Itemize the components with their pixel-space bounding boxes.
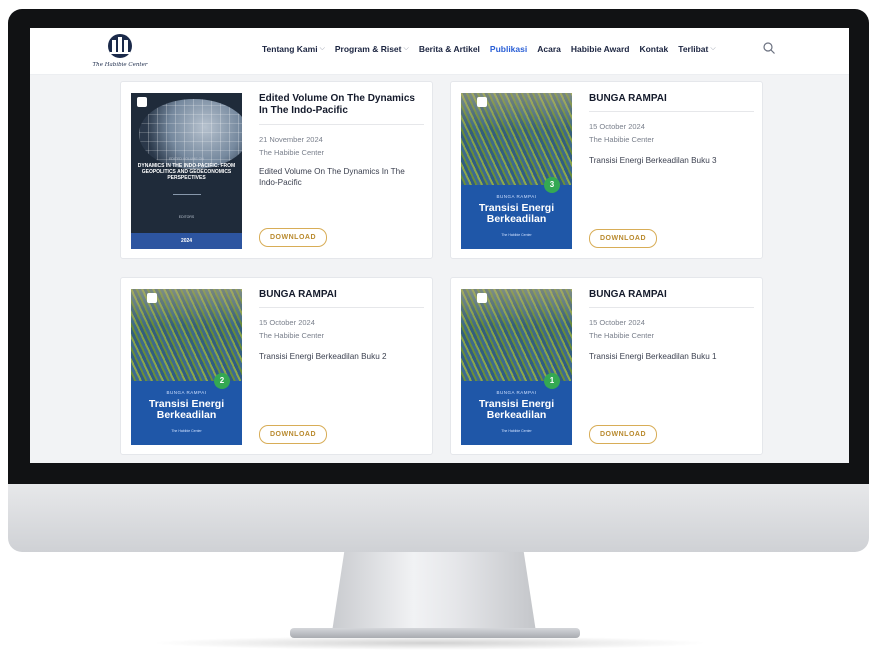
cover-title: Transisi Energi Berkeadilan <box>478 202 555 225</box>
card-title[interactable]: BUNGA RAMPAI <box>589 93 754 105</box>
card-author: The Habibie Center <box>589 331 655 340</box>
card-title[interactable]: BUNGA RAMPAI <box>259 289 424 301</box>
card-description: Transisi Energi Berkeadilan Buku 1 <box>589 352 717 361</box>
chevron-down-icon: ⌵ <box>403 45 409 52</box>
publication-card: 3 BUNGA RAMPAI Transisi Energi Berkeadil… <box>450 81 763 259</box>
book-cover[interactable]: 2 BUNGA RAMPAI Transisi Energi Berkeadil… <box>131 289 242 445</box>
nav-habibie-award[interactable]: Habibie Award <box>571 44 630 54</box>
book-cover[interactable]: 1 BUNGA RAMPAI Transisi Energi Berkeadil… <box>461 289 572 445</box>
book-cover[interactable]: EDITED VOLUME ON DYNAMICS IN THE INDO-PA… <box>131 93 242 249</box>
card-date: 21 November 2024 <box>259 135 323 144</box>
publication-card: 2 BUNGA RAMPAI Transisi Energi Berkeadil… <box>120 277 433 455</box>
main-nav: Tentang Kami ⌵ Program & Riset ⌵ Berita & … <box>262 44 716 54</box>
cover-title: DYNAMICS IN THE INDO-PACIFIC: FROM GEOPO… <box>137 163 236 181</box>
nav-terlibat[interactable]: Terlibat ⌵ <box>678 44 715 54</box>
download-button[interactable]: DOWNLOAD <box>589 229 657 248</box>
monitor-chin <box>8 484 869 552</box>
cover-logo-icon <box>147 293 157 303</box>
card-description: Transisi Energi Berkeadilan Buku 3 <box>589 156 717 165</box>
monitor-stand <box>332 552 536 632</box>
monitor-base <box>290 628 580 638</box>
card-description: Edited Volume On The Dynamics In The Ind… <box>259 167 405 187</box>
logo-text: The Habibie Center <box>92 62 148 68</box>
nav-berita-artikel[interactable]: Berita & Artikel <box>419 44 480 54</box>
volume-badge: 2 <box>214 373 230 389</box>
site-header: The Habibie Center Tentang Kami ⌵ Program… <box>30 28 849 75</box>
volume-badge: 3 <box>544 177 560 193</box>
cover-title: Transisi Energi Berkeadilan <box>478 398 555 421</box>
download-button[interactable]: DOWNLOAD <box>589 425 657 444</box>
card-author: The Habibie Center <box>259 148 325 157</box>
download-button[interactable]: DOWNLOAD <box>259 425 327 444</box>
monitor-shadow <box>150 636 710 650</box>
site-logo[interactable]: The Habibie Center <box>90 32 150 72</box>
download-button[interactable]: DOWNLOAD <box>259 228 327 247</box>
search-icon[interactable] <box>762 41 776 55</box>
chevron-down-icon: ⌵ <box>319 45 325 52</box>
cover-logo-icon <box>137 97 147 107</box>
card-date: 15 October 2024 <box>259 318 315 327</box>
card-author: The Habibie Center <box>259 331 325 340</box>
publication-card: 1 BUNGA RAMPAI Transisi Energi Berkeadil… <box>450 277 763 455</box>
nav-acara[interactable]: Acara <box>537 44 561 54</box>
cover-year: 2024 <box>131 233 242 249</box>
card-date: 15 October 2024 <box>589 318 645 327</box>
cover-logo-icon <box>477 97 487 107</box>
nav-kontak[interactable]: Kontak <box>639 44 668 54</box>
card-date: 15 October 2024 <box>589 122 645 131</box>
nav-program-riset[interactable]: Program & Riset ⌵ <box>335 44 409 54</box>
cover-title: Transisi Energi Berkeadilan <box>148 398 225 421</box>
card-title[interactable]: Edited Volume On The Dynamics In The Ind… <box>259 93 424 117</box>
screen: The Habibie Center Tentang Kami ⌵ Program… <box>30 28 849 463</box>
chevron-down-icon: ⌵ <box>710 45 716 52</box>
card-title[interactable]: BUNGA RAMPAI <box>589 289 754 301</box>
publication-card: EDITED VOLUME ON DYNAMICS IN THE INDO-PA… <box>120 81 433 259</box>
nav-publikasi[interactable]: Publikasi <box>490 44 527 54</box>
cover-logo-icon <box>477 293 487 303</box>
nav-tentang-kami[interactable]: Tentang Kami ⌵ <box>262 44 325 54</box>
card-description: Transisi Energi Berkeadilan Buku 2 <box>259 352 387 361</box>
book-cover[interactable]: 3 BUNGA RAMPAI Transisi Energi Berkeadil… <box>461 93 572 249</box>
habibie-center-logo-icon <box>108 34 132 58</box>
card-author: The Habibie Center <box>589 135 655 144</box>
volume-badge: 1 <box>544 373 560 389</box>
